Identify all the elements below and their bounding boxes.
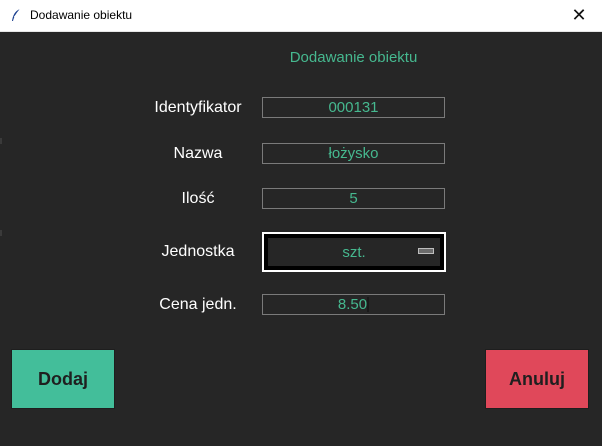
- name-value: łożysko: [328, 145, 379, 162]
- cancel-button[interactable]: Anuluj: [485, 349, 589, 409]
- identifier-field[interactable]: 000131: [262, 97, 445, 118]
- close-button[interactable]: ✕: [556, 0, 602, 31]
- edge-marker: [0, 138, 2, 144]
- dialog-body: Dodawanie obiektu Identyfikator 000131 N…: [0, 32, 602, 446]
- window-title: Dodawanie obiektu: [30, 8, 133, 22]
- identifier-value: 000131: [328, 99, 379, 116]
- price-field[interactable]: 8.50: [262, 294, 445, 315]
- price-value: 8.50: [337, 296, 368, 313]
- name-field[interactable]: łożysko: [262, 143, 445, 164]
- quantity-value: 5: [349, 190, 358, 207]
- quantity-field[interactable]: 5: [262, 188, 445, 209]
- title-bar: Dodawanie obiektu ✕: [0, 0, 602, 32]
- text-cursor: [367, 297, 370, 312]
- unit-value: szt.: [342, 243, 366, 261]
- unit-combobox-display: szt.: [268, 238, 440, 266]
- dropdown-indicator-icon[interactable]: [418, 248, 434, 254]
- edge-marker: [0, 230, 2, 236]
- unit-combobox[interactable]: szt.: [262, 232, 446, 272]
- add-button[interactable]: Dodaj: [11, 349, 115, 409]
- close-icon: ✕: [571, 5, 587, 25]
- feather-icon: [12, 8, 21, 21]
- form-heading: Dodawanie obiektu: [289, 49, 418, 66]
